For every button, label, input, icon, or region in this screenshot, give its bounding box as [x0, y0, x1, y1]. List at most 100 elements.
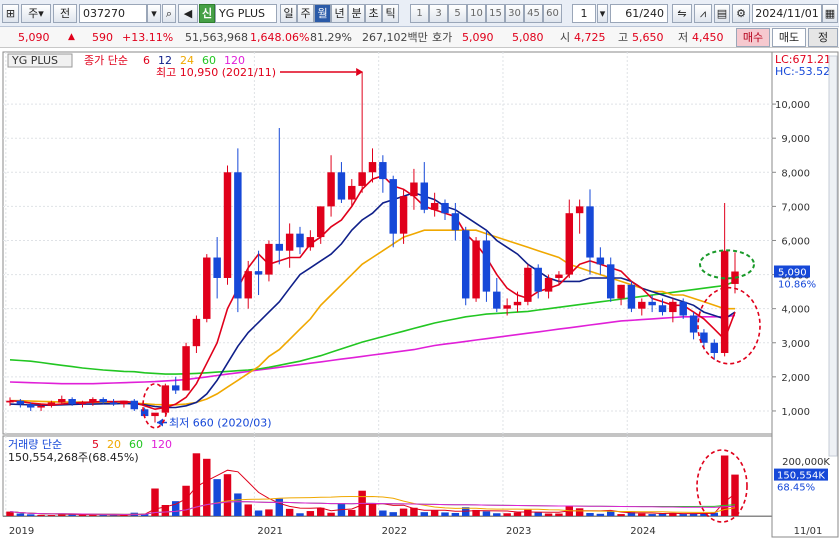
current-price-box-pct: 10.86%	[778, 280, 816, 291]
candle-body	[410, 182, 418, 197]
candle-body	[89, 399, 97, 403]
candle-body	[265, 243, 273, 275]
trade-amount: 267,102백만	[362, 31, 428, 44]
market-select[interactable]: 전	[53, 4, 77, 23]
tab-period-5[interactable]: 초	[365, 4, 382, 23]
candle-body	[430, 202, 439, 210]
volume-bar	[26, 514, 35, 516]
interval-button-5[interactable]: 5	[448, 4, 467, 23]
interval-button-1[interactable]: 1	[410, 4, 429, 23]
indicator-button[interactable]: ⩘	[694, 4, 712, 23]
interval-button-30[interactable]: 30	[505, 4, 524, 23]
open-price: 4,725	[574, 31, 606, 44]
ask-price: 5,090	[462, 31, 494, 44]
volume-bar	[389, 512, 397, 516]
volume-bar	[223, 474, 232, 516]
volume-bar	[37, 514, 45, 516]
quote-bar: 5,090 ▲ 590 +13.11% 51,563,968 1,648.06%…	[0, 27, 839, 48]
candle-body	[192, 318, 201, 347]
volume-bar	[99, 515, 107, 516]
candle-body	[109, 402, 118, 405]
menu-icon[interactable]: ⊞	[2, 4, 19, 23]
tab-period-2[interactable]: 월	[314, 4, 331, 23]
interval-spinner[interactable]: 1	[572, 4, 596, 23]
buy-button[interactable]: 매수	[736, 28, 770, 47]
interval-button-10[interactable]: 10	[467, 4, 486, 23]
spinner-arrows[interactable]: ▾	[597, 4, 608, 23]
stock-code-input[interactable]: 037270	[79, 4, 147, 23]
stock-name-text: YG PLUS	[219, 7, 265, 20]
high-annotation: 최고 10,950 (2021/11)	[156, 66, 276, 79]
volume-bar	[265, 509, 273, 516]
candle-body	[544, 277, 553, 292]
tab-period-0[interactable]: 일	[280, 4, 297, 23]
stock-chart[interactable]: 10,0009,0008,0007,0006,0005,0004,0003,00…	[0, 48, 839, 538]
interval-button-45[interactable]: 45	[524, 4, 543, 23]
volume-bar	[306, 511, 315, 516]
candle-body	[182, 346, 190, 391]
candle-body	[120, 400, 128, 405]
year-label: 2023	[506, 526, 531, 537]
tab-period-3[interactable]: 년	[331, 4, 348, 23]
date-field[interactable]: 2024/11/01	[752, 4, 822, 23]
candle-body	[482, 240, 491, 292]
price-tick-label: 4,000	[781, 305, 810, 316]
price-tick-label: 7,000	[781, 202, 810, 213]
data-count-field[interactable]: 61/240	[610, 4, 668, 23]
sell-button[interactable]: 매도	[772, 28, 806, 47]
current-volume-box-pct: 68.45%	[777, 483, 815, 494]
tab-period-6[interactable]: 틱	[382, 4, 399, 23]
volume-bar	[47, 515, 56, 516]
correct-button[interactable]: 정	[808, 28, 838, 47]
code-dropdown-button[interactable]: ▾	[147, 4, 161, 23]
interval-button-60[interactable]: 60	[543, 4, 562, 23]
candle-body	[223, 172, 232, 278]
volume-bar	[606, 511, 615, 516]
settings-button[interactable]: ⚙	[732, 4, 750, 23]
candle-body	[337, 172, 346, 200]
current-volume-box-label: 150,554K	[777, 471, 825, 482]
volume-bar	[16, 513, 25, 516]
candle-body	[627, 284, 636, 309]
tab-period-1[interactable]: 주	[297, 4, 314, 23]
price-change-pct: +13.11%	[122, 31, 174, 44]
candle-body	[296, 233, 304, 248]
toolbar: ⊞ 주▾ 전 037270 ▾ ⌕ ◀ 신 YG PLUS 일주월년분초틱 13…	[0, 0, 839, 27]
tab-period-4[interactable]: 분	[348, 4, 365, 23]
current-price: 5,090	[18, 31, 50, 44]
low-label: 저	[678, 31, 689, 44]
candle-body	[213, 257, 221, 278]
candle-body	[234, 172, 242, 299]
interval-button-3[interactable]: 3	[429, 4, 448, 23]
volume-bar	[441, 512, 449, 516]
market-label: 전	[59, 7, 71, 20]
candle-body	[534, 267, 542, 292]
sound-button[interactable]: ◀	[178, 4, 198, 23]
candle-body	[524, 267, 532, 302]
calendar-button[interactable]: ▦	[822, 4, 838, 23]
search-icon: ⌕	[165, 7, 173, 20]
price-tick-label: 2,000	[781, 373, 810, 384]
legend-vol-ma-20: 20	[107, 438, 121, 451]
turnover: 81.29%	[310, 31, 352, 44]
chart-type-select[interactable]: 주▾	[21, 4, 51, 23]
volume-bar	[89, 515, 97, 516]
last-date-label: 11/01	[794, 526, 823, 537]
volume-bar	[420, 512, 429, 516]
volume-bar	[544, 513, 553, 516]
volume-bar	[596, 513, 605, 516]
search-button[interactable]: ⌕	[162, 4, 176, 23]
year-label: 2019	[9, 526, 34, 537]
candle-body	[99, 399, 107, 403]
volume-tick-label: 200,000K	[782, 457, 830, 468]
candle-body	[420, 182, 429, 210]
interval-button-15[interactable]: 15	[486, 4, 505, 23]
candle-body	[503, 305, 511, 309]
year-label: 2022	[382, 526, 407, 537]
link-button[interactable]: ⇋	[672, 4, 692, 23]
print-button[interactable]: ▤	[714, 4, 730, 23]
candle-body	[575, 206, 584, 214]
candle-body	[710, 342, 719, 353]
date-value: 2024/11/01	[755, 7, 819, 20]
volume-bar	[296, 513, 304, 516]
